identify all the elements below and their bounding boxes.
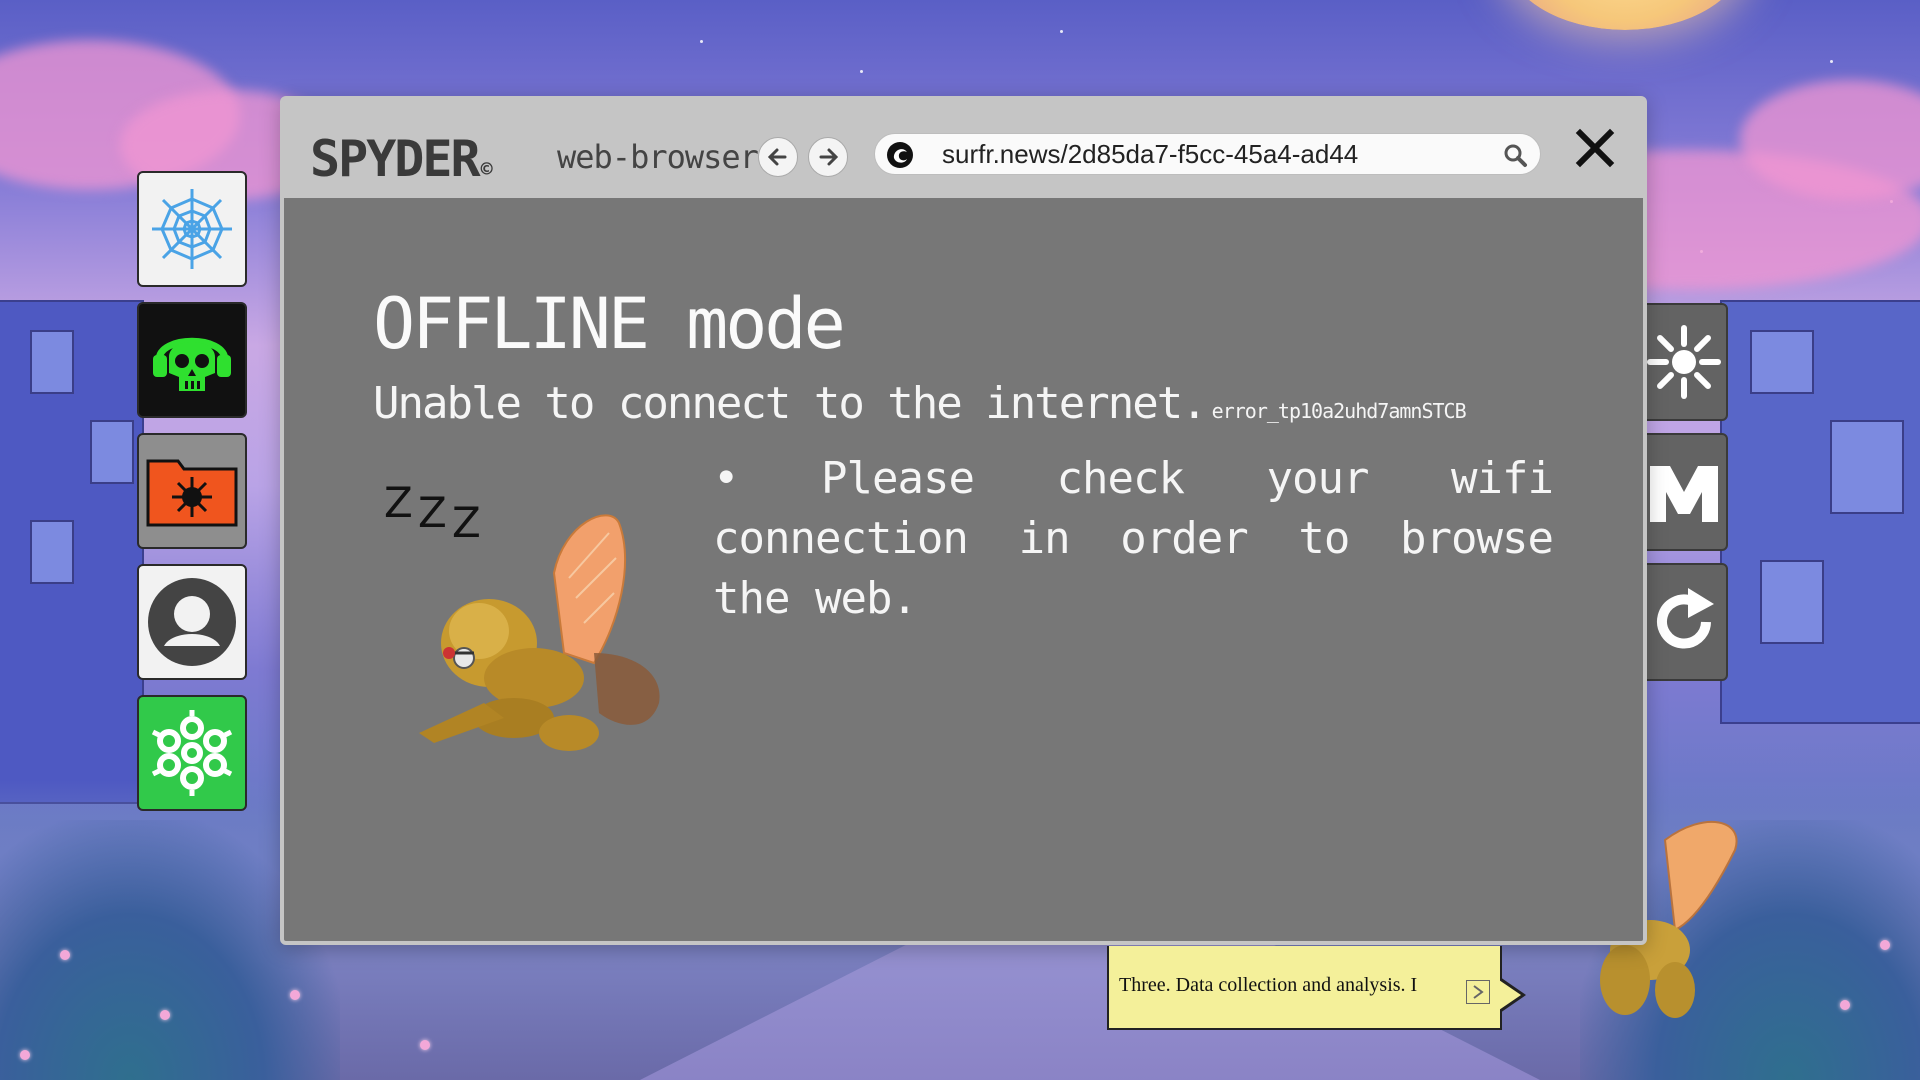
url-text[interactable]: surfr.news/2d85da7-f5cc-45a4-ad44 (942, 139, 1358, 170)
dialog-bubble[interactable]: Three. Data collection and analysis. I (1107, 946, 1502, 1030)
browser-window: SPYDER © web-browser surfr.news/2d85da7-f… (280, 96, 1647, 945)
refresh-app-button[interactable] (1640, 563, 1728, 681)
browser-titlebar: SPYDER © web-browser surfr.news/2d85da7-f… (284, 100, 1643, 198)
m-app-button[interactable] (1640, 433, 1728, 551)
dialog-text: Three. Data collection and analysis. I (1119, 974, 1418, 996)
back-button[interactable] (758, 137, 798, 177)
sleeping-moth-mascot (419, 514, 660, 751)
user-profile-icon (148, 578, 236, 666)
offline-message-text: Unable to connect to the internet. (373, 378, 1208, 429)
m-logo-icon (1650, 466, 1718, 522)
site-favicon-icon (887, 142, 913, 168)
arrow-left-icon (767, 148, 787, 166)
spiderweb-app-button[interactable] (137, 171, 247, 287)
close-icon (1575, 128, 1615, 168)
burst-app-button[interactable] (1640, 303, 1728, 421)
search-icon[interactable] (1502, 142, 1528, 168)
moon (1505, 0, 1745, 30)
network-flower-icon (151, 710, 233, 796)
arrow-right-icon (819, 148, 839, 166)
right-dock (1640, 303, 1730, 693)
offline-title: OFFLINE mode (373, 283, 846, 365)
forward-button[interactable] (808, 137, 848, 177)
app-logo: SPYDER © (310, 130, 493, 188)
network-app-button[interactable] (137, 695, 247, 811)
profile-app-button[interactable] (137, 564, 247, 680)
offline-message: Unable to connect to the internet. error_… (373, 378, 1467, 429)
app-logo-text: SPYDER (310, 130, 481, 188)
address-bar[interactable]: surfr.news/2d85da7-f5cc-45a4-ad44 (874, 133, 1541, 175)
dialog-bubble-tail-inner (1499, 980, 1521, 1010)
close-button[interactable] (1571, 124, 1619, 172)
virus-folder-app-button[interactable] (137, 433, 247, 549)
burst-icon (1647, 325, 1721, 399)
refresh-icon (1657, 588, 1714, 649)
virus-folder-icon (146, 459, 238, 527)
error-code: error_tp10a2uhd7amnSTCB (1211, 399, 1467, 423)
copyright-mark: © (480, 157, 493, 181)
dialog-next-button[interactable] (1466, 980, 1490, 1004)
left-dock (137, 171, 251, 826)
skull-headphones-icon (153, 337, 231, 391)
wifi-hint: • Please check your wifi connection in o… (713, 453, 1554, 624)
spiderweb-icon (152, 189, 232, 269)
page-content: OFFLINE mode Unable to connect to the in… (284, 198, 1643, 941)
skull-app-button[interactable] (137, 302, 247, 418)
next-arrow-icon (1473, 985, 1484, 999)
app-subtitle: web-browser (557, 138, 759, 176)
